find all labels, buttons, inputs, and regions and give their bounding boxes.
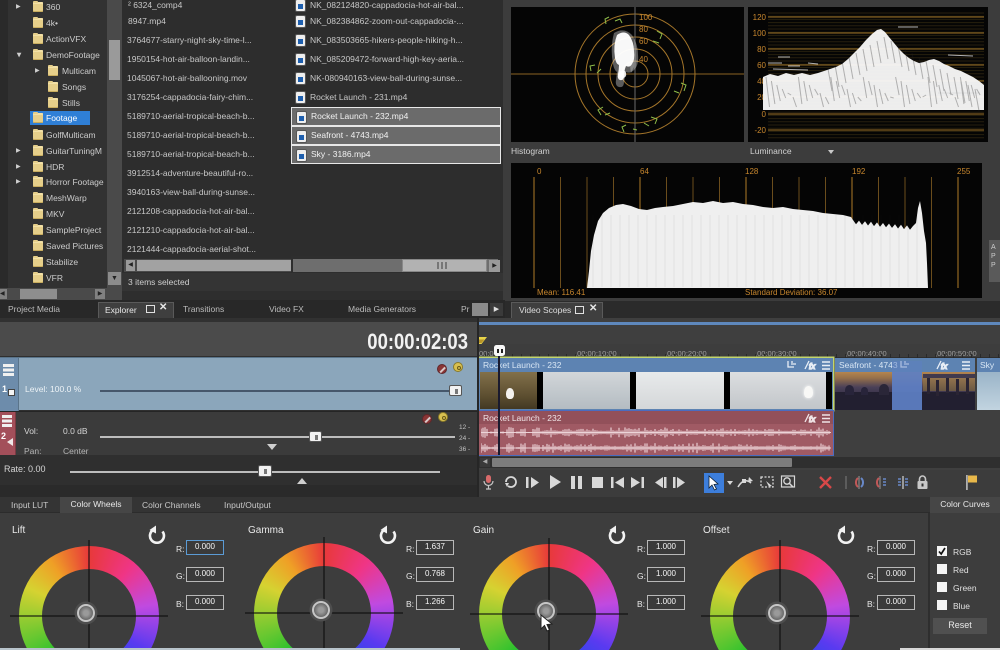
svg-text:Mean: 116.41: Mean: 116.41 <box>537 288 586 297</box>
svg-text:120: 120 <box>753 13 767 22</box>
svg-text:fx: fx <box>941 362 948 371</box>
svg-text:-20: -20 <box>754 126 766 135</box>
svg-text:80: 80 <box>757 45 766 54</box>
svg-text:0: 0 <box>537 167 542 176</box>
svg-text:0: 0 <box>762 110 767 119</box>
svg-text:80: 80 <box>639 25 648 34</box>
svg-text:Standard Deviation: 36.07: Standard Deviation: 36.07 <box>745 288 838 297</box>
svg-text:192: 192 <box>852 167 866 176</box>
svg-text:255: 255 <box>957 167 971 176</box>
svg-text:60: 60 <box>639 37 648 46</box>
svg-text:40: 40 <box>639 55 648 64</box>
svg-text:128: 128 <box>745 167 759 176</box>
svg-text:fx: fx <box>809 415 816 424</box>
svg-text:64: 64 <box>640 167 649 176</box>
svg-text:100: 100 <box>753 29 767 38</box>
svg-text:60: 60 <box>757 61 766 70</box>
svg-text:fx: fx <box>809 362 816 371</box>
svg-text:100: 100 <box>639 13 653 22</box>
